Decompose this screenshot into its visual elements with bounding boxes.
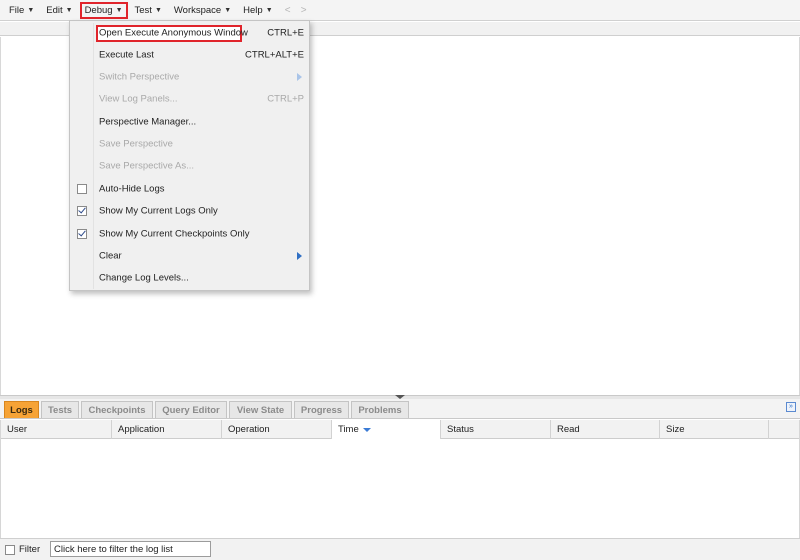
bottom-tab-bar: Logs Tests Checkpoints Query Editor View… xyxy=(0,399,800,419)
menu-item-show-my-current-checkpoints[interactable]: Show My Current Checkpoints Only xyxy=(70,223,309,245)
checkbox-checked-icon[interactable] xyxy=(77,229,87,239)
log-table-header: User Application Operation Time Status R… xyxy=(1,420,799,439)
column-label: Time xyxy=(338,424,359,435)
tab-label: Query Editor xyxy=(162,404,220,416)
checkbox-unchecked-icon[interactable] xyxy=(77,184,87,194)
menu-workspace-label: Workspace xyxy=(173,4,222,16)
submenu-arrow-icon xyxy=(297,73,302,81)
filter-input[interactable] xyxy=(50,541,211,557)
menu-edit[interactable]: Edit ▼ xyxy=(41,2,77,19)
menu-item-change-log-levels[interactable]: Change Log Levels... xyxy=(70,267,309,289)
menu-file[interactable]: File ▼ xyxy=(4,2,39,19)
tab-checkpoints[interactable]: Checkpoints xyxy=(81,401,153,418)
menu-item-perspective-manager[interactable]: Perspective Manager... xyxy=(70,111,309,133)
filter-checkbox[interactable] xyxy=(5,545,15,555)
tab-logs[interactable]: Logs xyxy=(4,401,39,418)
caret-down-icon: ▼ xyxy=(27,6,35,14)
column-label: User xyxy=(7,424,28,435)
menu-item-label: Execute Last xyxy=(99,49,154,61)
menu-item-switch-perspective: Switch Perspective xyxy=(70,66,309,88)
menu-item-label: View Log Panels... xyxy=(99,93,178,105)
double-chevron-down-icon[interactable]: » xyxy=(786,402,796,412)
tab-label: Tests xyxy=(47,404,73,416)
menu-bar: File ▼ Edit ▼ Debug ▼ Test ▼ Workspace ▼ Help… xyxy=(0,0,800,21)
filter-bar: Filter xyxy=(0,538,800,560)
menu-test-label: Test xyxy=(134,4,152,16)
tab-view-state[interactable]: View State xyxy=(229,401,292,418)
menu-help[interactable]: Help ▼ xyxy=(238,2,277,19)
column-label: Read xyxy=(557,424,580,435)
tab-query-editor[interactable]: Query Editor xyxy=(155,401,227,418)
menu-item-label: Save Perspective xyxy=(99,138,173,150)
menu-item-label: Open Execute Anonymous Window xyxy=(99,27,248,39)
caret-down-icon: ▼ xyxy=(265,6,273,14)
menu-debug[interactable]: Debug ▼ xyxy=(79,1,128,19)
menu-item-view-log-panels: View Log Panels... CTRL+P xyxy=(70,88,309,110)
column-header-read[interactable]: Read xyxy=(551,420,660,439)
tab-label: View State xyxy=(236,404,285,416)
menu-item-label: Perspective Manager... xyxy=(99,116,197,128)
menu-workspace[interactable]: Workspace ▼ xyxy=(169,2,236,19)
menu-item-shortcut: CTRL+ALT+E xyxy=(245,49,304,61)
tab-label: Logs xyxy=(10,404,33,416)
nav-back-icon[interactable]: < xyxy=(280,5,296,16)
caret-down-icon: ▼ xyxy=(224,6,232,14)
submenu-arrow-icon xyxy=(297,252,302,260)
menu-item-execute-last[interactable]: Execute Last CTRL+ALT+E xyxy=(70,44,309,66)
column-header-user[interactable]: User xyxy=(1,420,112,439)
menu-test[interactable]: Test ▼ xyxy=(130,2,167,19)
menu-help-label: Help xyxy=(243,4,263,16)
menu-item-label: Auto-Hide Logs xyxy=(99,183,165,195)
tab-label: Progress xyxy=(300,404,343,416)
caret-down-icon: ▼ xyxy=(65,6,73,14)
column-header-application[interactable]: Application xyxy=(112,420,222,439)
tab-problems[interactable]: Problems xyxy=(351,401,409,418)
menu-item-auto-hide-logs[interactable]: Auto-Hide Logs xyxy=(70,178,309,200)
column-header-status[interactable]: Status xyxy=(441,420,551,439)
menu-item-label: Show My Current Logs Only xyxy=(99,205,218,217)
menu-item-label: Clear xyxy=(99,250,122,262)
tab-label: Checkpoints xyxy=(88,404,146,416)
caret-down-icon: ▼ xyxy=(154,6,162,14)
column-header-size[interactable]: Size xyxy=(660,420,769,439)
menu-item-open-execute-anonymous[interactable]: Open Execute Anonymous Window CTRL+E xyxy=(70,22,309,44)
menu-item-show-my-current-logs[interactable]: Show My Current Logs Only xyxy=(70,200,309,222)
column-label: Application xyxy=(118,424,165,435)
tab-label: Problems xyxy=(358,404,402,416)
debug-menu-dropdown: Open Execute Anonymous Window CTRL+E Exe… xyxy=(69,20,310,291)
menu-item-shortcut: CTRL+P xyxy=(267,93,304,105)
tab-progress[interactable]: Progress xyxy=(294,401,349,418)
tab-tests[interactable]: Tests xyxy=(41,401,79,418)
menu-edit-label: Edit xyxy=(46,4,63,16)
menu-debug-label: Debug xyxy=(84,4,113,16)
menu-item-clear[interactable]: Clear xyxy=(70,245,309,267)
filter-label: Filter xyxy=(19,544,41,555)
menu-item-label: Save Perspective As... xyxy=(99,160,195,172)
menu-item-save-perspective-as: Save Perspective As... xyxy=(70,155,309,177)
menu-item-label: Change Log Levels... xyxy=(99,272,189,284)
checkbox-checked-icon[interactable] xyxy=(77,206,87,216)
column-label: Status xyxy=(447,424,474,435)
column-header-operation[interactable]: Operation xyxy=(222,420,332,439)
menu-item-label: Show My Current Checkpoints Only xyxy=(99,228,250,240)
nav-forward-icon[interactable]: > xyxy=(296,5,312,16)
column-label: Operation xyxy=(228,424,270,435)
menu-file-label: File xyxy=(9,4,25,16)
sort-desc-icon xyxy=(362,427,371,432)
column-header-time[interactable]: Time xyxy=(332,420,441,439)
caret-down-icon: ▼ xyxy=(115,6,123,14)
log-table: User Application Operation Time Status R… xyxy=(0,420,800,538)
menu-item-shortcut: CTRL+E xyxy=(267,27,304,39)
menu-item-save-perspective: Save Perspective xyxy=(70,133,309,155)
menu-item-label: Switch Perspective xyxy=(99,71,180,83)
column-label: Size xyxy=(666,424,685,435)
